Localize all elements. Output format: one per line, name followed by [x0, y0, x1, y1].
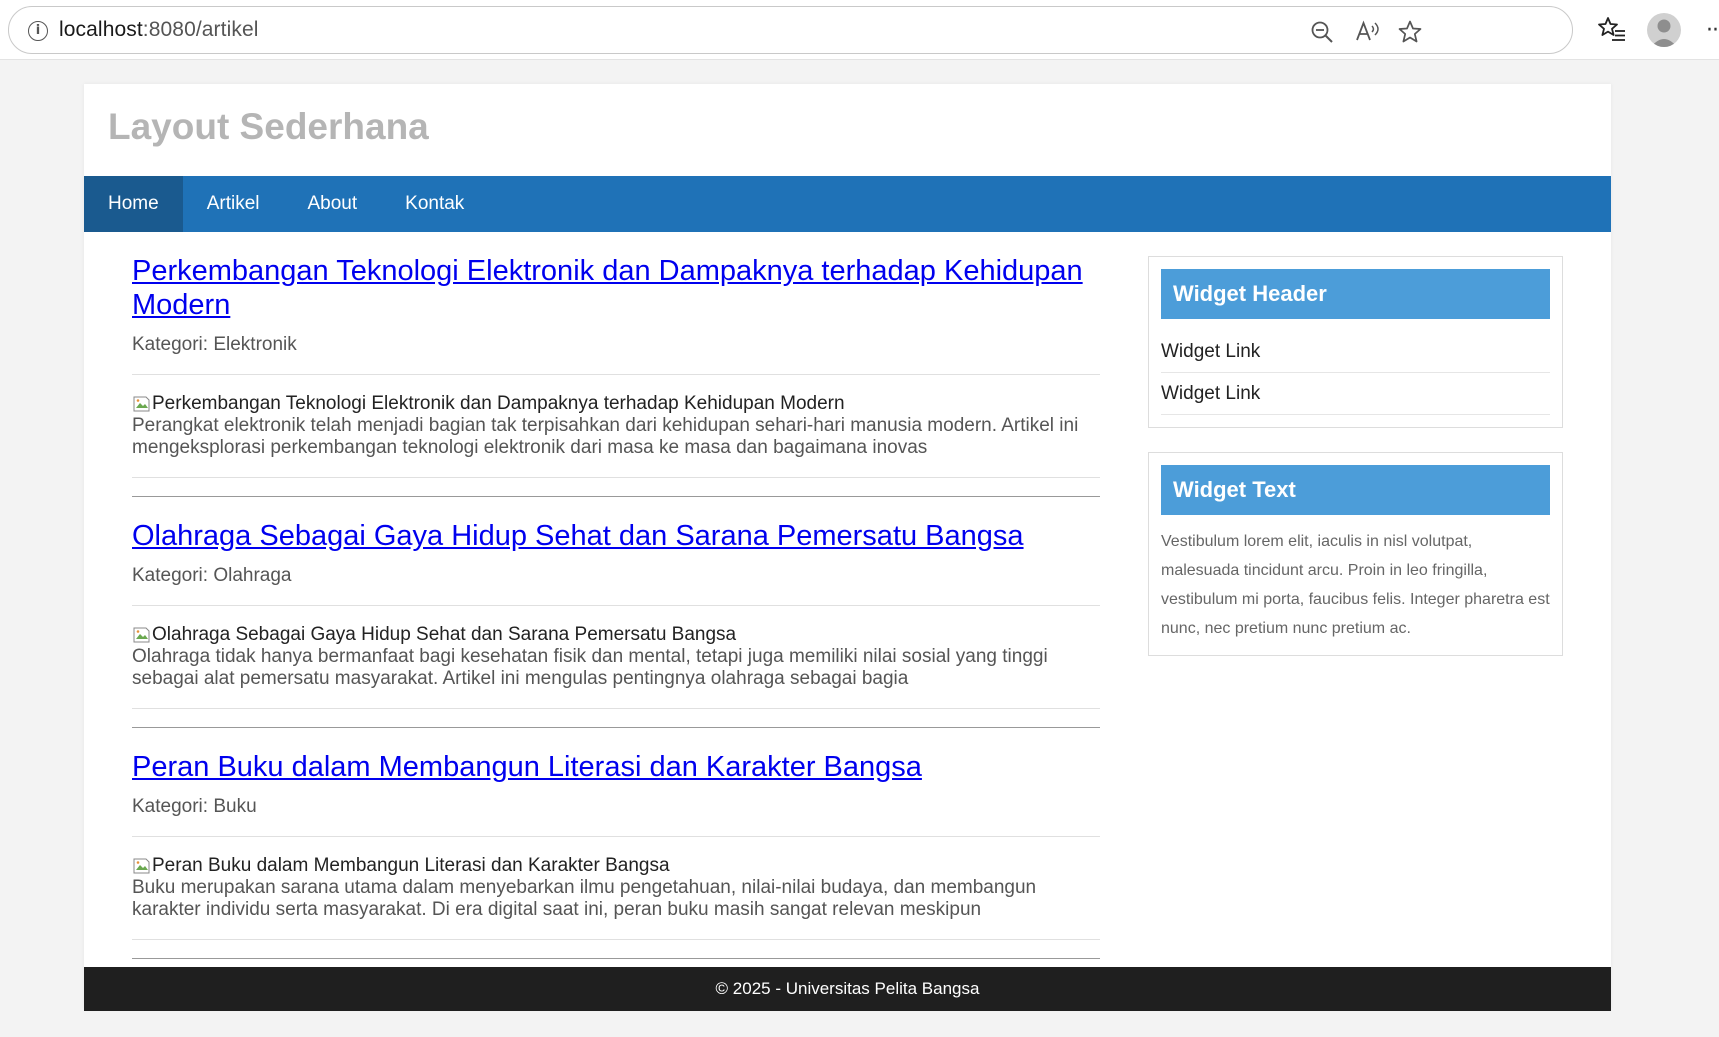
article-list: Perkembangan Teknologi Elektronik dan Da…	[132, 232, 1100, 959]
read-aloud-icon[interactable]	[1354, 19, 1380, 45]
article-title-link[interactable]: Peran Buku dalam Membangun Literasi dan …	[132, 750, 1100, 784]
article-title-link[interactable]: Olahraga Sebagai Gaya Hidup Sehat dan Sa…	[132, 519, 1100, 553]
widget-link[interactable]: Widget Link	[1161, 373, 1550, 415]
article-image-alt: Olahraga Sebagai Gaya Hidup Sehat dan Sa…	[152, 624, 737, 645]
article-item: Perkembangan Teknologi Elektronik dan Da…	[132, 232, 1100, 497]
profile-icon[interactable]	[1647, 13, 1681, 47]
article-item: Peran Buku dalam Membangun Literasi dan …	[132, 728, 1100, 959]
article-image-alt: Peran Buku dalam Membangun Literasi dan …	[152, 855, 670, 876]
article-excerpt: Buku merupakan sarana utama dalam menyeb…	[132, 877, 1037, 920]
content-area: Perkembangan Teknologi Elektronik dan Da…	[84, 232, 1611, 967]
article-image: Peran Buku dalam Membangun Literasi dan …	[132, 855, 1100, 877]
nav-item-artikel[interactable]: Artikel	[183, 176, 284, 232]
nav-item-home[interactable]: Home	[84, 176, 183, 232]
article-item: Olahraga Sebagai Gaya Hidup Sehat dan Sa…	[132, 497, 1100, 728]
url-text[interactable]: localhost:8080/artikel	[59, 18, 259, 42]
site-footer: © 2025 - Universitas Pelita Bangsa	[84, 967, 1611, 1011]
widget-text: Vestibulum lorem elit, iaculis in nisl v…	[1161, 533, 1550, 637]
article-category: Kategori: Olahraga	[132, 565, 1100, 606]
article-body: Perkembangan Teknologi Elektronik dan Da…	[132, 375, 1100, 478]
widget-link[interactable]: Widget Link	[1161, 331, 1550, 373]
info-icon[interactable]: i	[28, 21, 48, 41]
browser-toolbar: i localhost:8080/artikel ···	[0, 0, 1719, 60]
nav-item-about[interactable]: About	[283, 176, 381, 232]
site-header: Layout Sederhana	[84, 84, 1611, 176]
widget-header: Widget Header	[1161, 269, 1550, 319]
article-image: Olahraga Sebagai Gaya Hidup Sehat dan Sa…	[132, 624, 1100, 646]
article-category: Kategori: Elektronik	[132, 334, 1100, 375]
article-body: Olahraga Sebagai Gaya Hidup Sehat dan Sa…	[132, 606, 1100, 709]
avatar	[1651, 19, 1677, 47]
zoom-out-icon[interactable]	[1309, 19, 1335, 45]
broken-image-icon	[133, 627, 150, 643]
article-image: Perkembangan Teknologi Elektronik dan Da…	[132, 393, 1100, 415]
article-image-alt: Perkembangan Teknologi Elektronik dan Da…	[152, 393, 845, 414]
page-container: Layout Sederhana Home Artikel About Kont…	[84, 84, 1611, 1011]
article-body: Peran Buku dalam Membangun Literasi dan …	[132, 837, 1100, 940]
more-icon[interactable]: ···	[1706, 18, 1719, 43]
widget-text-box: Widget Text Vestibulum lorem elit, iacul…	[1148, 452, 1563, 656]
article-category: Kategori: Buku	[132, 796, 1100, 837]
site-title: Layout Sederhana	[108, 106, 429, 147]
favorites-list-icon[interactable]	[1597, 14, 1627, 44]
broken-image-icon	[133, 858, 150, 874]
favorite-star-icon[interactable]	[1397, 19, 1423, 45]
widget-header: Widget Text	[1161, 465, 1550, 515]
main-nav: Home Artikel About Kontak	[84, 176, 1611, 232]
nav-item-kontak[interactable]: Kontak	[381, 176, 488, 232]
widget-links: Widget Header Widget Link Widget Link	[1148, 256, 1563, 428]
article-excerpt: Perangkat elektronik telah menjadi bagia…	[132, 415, 1079, 458]
widget-link-list: Widget Link Widget Link	[1161, 331, 1550, 415]
address-bar[interactable]: i localhost:8080/artikel	[8, 6, 1573, 54]
article-excerpt: Olahraga tidak hanya bermanfaat bagi kes…	[132, 646, 1048, 689]
broken-image-icon	[133, 396, 150, 412]
article-title-link[interactable]: Perkembangan Teknologi Elektronik dan Da…	[132, 254, 1100, 322]
sidebar: Widget Header Widget Link Widget Link Wi…	[1148, 256, 1563, 680]
